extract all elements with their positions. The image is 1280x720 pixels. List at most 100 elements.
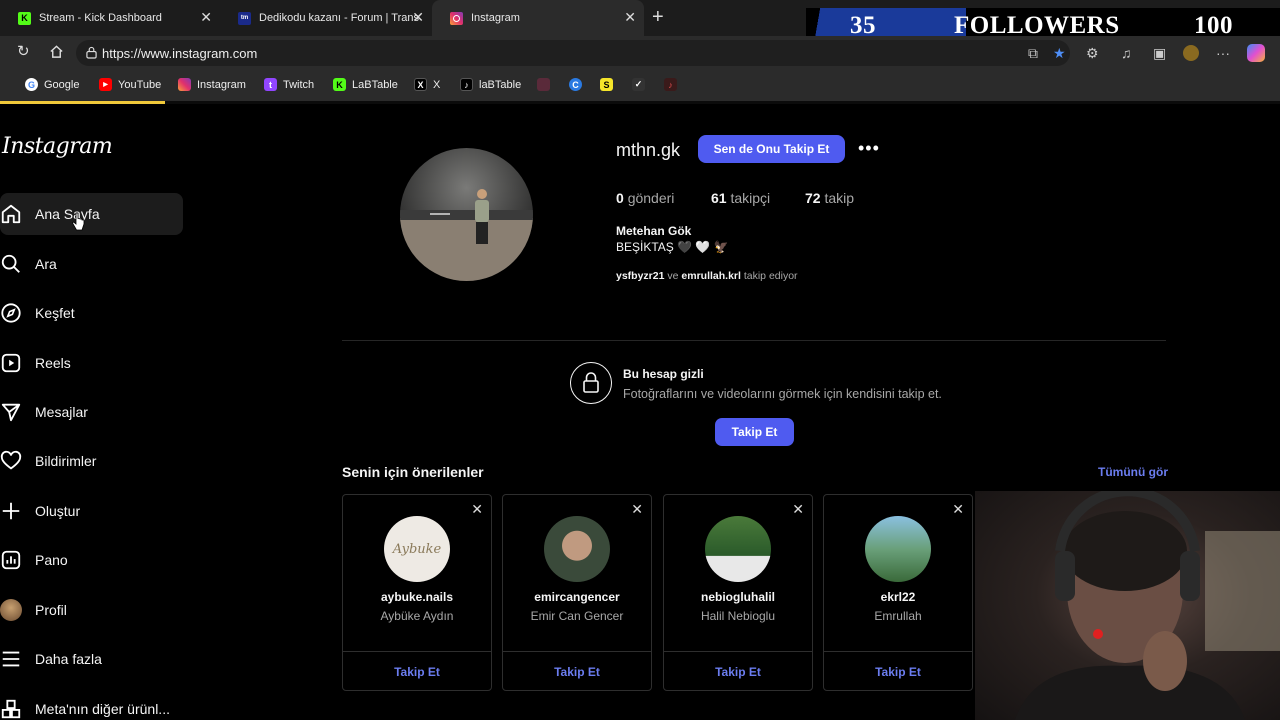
sidebar-item-reels[interactable]: Reels bbox=[0, 342, 183, 384]
sidebar-item-explore[interactable]: Keşfet bbox=[0, 292, 183, 334]
tab-forum[interactable]: tm Dedikodu kazanı - Forum | Transfe ✕ bbox=[220, 0, 432, 36]
lock-icon bbox=[570, 362, 612, 404]
close-tab-icon[interactable]: ✕ bbox=[624, 10, 636, 24]
webcam-overlay bbox=[975, 491, 1280, 720]
sidebar-item-label: Ana Sayfa bbox=[35, 206, 100, 222]
instagram-logo[interactable]: Instagram bbox=[2, 134, 113, 159]
bookmark-x[interactable]: XX bbox=[414, 78, 440, 91]
tab-instagram[interactable]: Instagram ✕ bbox=[432, 0, 644, 36]
suggestion-username[interactable]: aybuke.nails bbox=[343, 590, 491, 604]
plus-icon bbox=[0, 500, 22, 522]
suggestion-follow-button[interactable]: Takip Et bbox=[824, 665, 972, 679]
forum-icon: tm bbox=[238, 11, 251, 25]
section-divider bbox=[342, 340, 1166, 341]
bookmark-extra-1[interactable] bbox=[537, 78, 556, 91]
sidebar-item-label: Pano bbox=[35, 552, 68, 568]
dismiss-icon[interactable]: ✕ bbox=[792, 501, 804, 518]
suggestion-follow-button[interactable]: Takip Et bbox=[343, 665, 491, 679]
url-bar[interactable]: https://www.instagram.com bbox=[76, 40, 1070, 66]
extensions-icon[interactable]: ⚙ bbox=[1086, 46, 1099, 60]
open-in-app-icon[interactable]: ⧉ bbox=[1028, 46, 1038, 60]
card-divider bbox=[664, 651, 812, 652]
media-icon[interactable]: ♫ bbox=[1121, 46, 1132, 60]
instagram-sidebar: Instagram Ana Sayfa Ara Keşfet Reels Mes… bbox=[0, 104, 200, 720]
reels-icon bbox=[0, 352, 22, 374]
tab-title: Dedikodu kazanı - Forum | Transfe bbox=[259, 12, 419, 24]
close-tab-icon[interactable]: ✕ bbox=[200, 10, 212, 24]
card-divider bbox=[824, 651, 972, 652]
instagram-icon bbox=[450, 11, 463, 25]
sidebar-item-create[interactable]: Oluştur bbox=[0, 490, 183, 532]
bookmark-site-icon: C bbox=[569, 78, 582, 91]
home-button-icon[interactable] bbox=[49, 44, 64, 63]
sidebar-item-label: Profil bbox=[35, 602, 67, 618]
follow-button[interactable]: Takip Et bbox=[715, 418, 794, 446]
bookmark-youtube[interactable]: ▶ YouTube bbox=[99, 78, 161, 91]
suggestion-username[interactable]: ekrl22 bbox=[824, 590, 972, 604]
suggestion-name: Aybüke Aydın bbox=[380, 609, 454, 623]
sidebar-item-messages[interactable]: Mesajlar bbox=[0, 391, 183, 433]
bookmark-twitch[interactable]: t Twitch bbox=[264, 78, 314, 91]
bookmark-site-icon: ♪ bbox=[664, 78, 677, 91]
bookmark-extra-4[interactable]: ✓ bbox=[632, 78, 651, 91]
suggestion-avatar[interactable]: Aybuke bbox=[384, 516, 450, 582]
site-info-icon[interactable] bbox=[86, 46, 97, 59]
sidebar-item-search[interactable]: Ara bbox=[0, 243, 183, 285]
sidebar-item-meta-apps[interactable]: Meta'nın diğer ürünl... bbox=[0, 688, 183, 720]
bookmark-tiktok[interactable]: ♪ laBTable bbox=[460, 78, 521, 91]
sidebar-item-home[interactable]: Ana Sayfa bbox=[0, 193, 183, 235]
suggestion-avatar[interactable] bbox=[705, 516, 771, 582]
bookmark-instagram[interactable]: Instagram bbox=[178, 78, 246, 91]
bookmarks-bar: G Google ▶ YouTube Instagram t Twitch K LaBT… bbox=[0, 69, 1280, 101]
favorite-star-icon[interactable]: ★ bbox=[1053, 46, 1066, 60]
close-tab-icon[interactable]: ✕ bbox=[412, 10, 424, 24]
bookmark-extra-5[interactable]: ♪ bbox=[664, 78, 683, 91]
more-options-icon[interactable]: ••• bbox=[858, 138, 880, 159]
sidebar-item-notifications[interactable]: Bildirimler bbox=[0, 440, 183, 482]
more-menu-icon[interactable]: ··· bbox=[1216, 46, 1230, 60]
profile-avatar[interactable] bbox=[400, 148, 533, 281]
compass-icon bbox=[0, 302, 22, 324]
follow-back-button[interactable]: Sen de Onu Takip Et bbox=[698, 135, 845, 163]
mutual-follower-1[interactable]: ysfbyzr21 bbox=[616, 270, 664, 282]
suggestion-card: ✕ Aybuke aybuke.nails Aybüke Aydın Takip… bbox=[342, 494, 492, 691]
bookmark-extra-3[interactable]: S bbox=[600, 78, 619, 91]
see-all-link[interactable]: Tümünü gör bbox=[1098, 465, 1168, 479]
new-tab-icon[interactable]: + bbox=[652, 6, 664, 28]
copilot-icon[interactable] bbox=[1247, 44, 1265, 62]
sidebar-item-dashboard[interactable]: Pano bbox=[0, 539, 183, 581]
address-bar-row: ↻ https://www.instagram.com ⧉ ★ ⚙ ♫ ▣ ··… bbox=[0, 36, 1280, 69]
mutual-follower-2[interactable]: emrullah.krl bbox=[681, 270, 741, 282]
suggestion-follow-button[interactable]: Takip Et bbox=[664, 665, 812, 679]
menu-icon bbox=[0, 648, 22, 670]
dismiss-icon[interactable]: ✕ bbox=[471, 501, 483, 518]
google-icon: G bbox=[25, 78, 38, 91]
suggestion-username[interactable]: emircangencer bbox=[503, 590, 651, 604]
suggestions-title: Senin için önerilenler bbox=[342, 464, 484, 480]
suggestion-follow-button[interactable]: Takip Et bbox=[503, 665, 651, 679]
following-stat[interactable]: 72 takip bbox=[805, 190, 854, 206]
followers-label: takipçi bbox=[730, 190, 771, 206]
bookmark-label: Google bbox=[44, 78, 80, 91]
bookmark-extra-2[interactable]: C bbox=[569, 78, 588, 91]
sidebar-item-more[interactable]: Daha fazla bbox=[0, 638, 183, 680]
dismiss-icon[interactable]: ✕ bbox=[631, 501, 643, 518]
suggestion-avatar[interactable] bbox=[865, 516, 931, 582]
sidebar-item-profile[interactable]: Profil bbox=[0, 589, 183, 631]
reload-icon[interactable]: ↻ bbox=[17, 44, 30, 60]
bookmark-google[interactable]: G Google bbox=[25, 78, 79, 91]
bookmark-site-icon bbox=[537, 78, 550, 91]
suggestion-username[interactable]: nebiogluhalil bbox=[664, 590, 812, 604]
profile-avatar-icon[interactable] bbox=[1183, 45, 1199, 61]
tab-kick-dashboard[interactable]: K Stream - Kick Dashboard ✕ bbox=[0, 0, 220, 36]
followers-stat[interactable]: 61 takipçi bbox=[711, 190, 770, 206]
split-screen-icon[interactable]: ▣ bbox=[1153, 46, 1166, 60]
sidebar-item-label: Ara bbox=[35, 256, 57, 272]
sidebar-item-label: Bildirimler bbox=[35, 453, 97, 469]
dismiss-icon[interactable]: ✕ bbox=[952, 501, 964, 518]
followed-by-text[interactable]: ysfbyzr21 ve emrullah.krl takip ediyor bbox=[616, 270, 798, 282]
suggestion-avatar[interactable] bbox=[544, 516, 610, 582]
bookmark-labtable[interactable]: K LaBTable bbox=[333, 78, 398, 91]
heart-icon bbox=[0, 450, 22, 472]
avatar-logo-text: Aybuke bbox=[392, 541, 442, 557]
